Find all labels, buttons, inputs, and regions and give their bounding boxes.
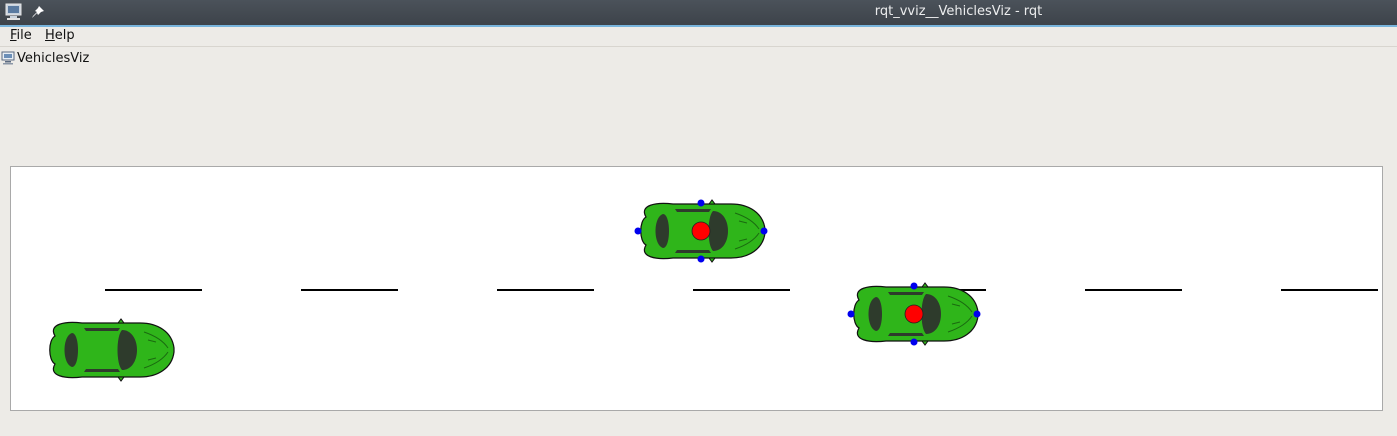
vehicle-corner-marker — [634, 227, 642, 235]
plugin-title-bar[interactable]: VehiclesViz — [1, 50, 89, 66]
vehicle-corner-marker — [910, 282, 918, 290]
vehicle-corner-marker — [910, 338, 918, 346]
menu-bar: File Help — [0, 27, 1397, 47]
vehicle-corner-marker — [697, 199, 705, 207]
menu-help[interactable]: Help — [45, 28, 75, 43]
window-title: rqt_vviz__VehiclesViz - rqt — [874, 4, 1043, 19]
plugin-title: VehiclesViz — [17, 50, 90, 66]
vehicle-corner-marker — [697, 255, 705, 263]
computer-icon — [1, 51, 15, 65]
vehicle-corner-marker — [973, 310, 981, 318]
vehicle-center-marker — [691, 221, 711, 241]
vehicle-top-car[interactable] — [634, 199, 768, 263]
vehicle-corner-marker — [760, 227, 768, 235]
menu-file[interactable]: File — [10, 28, 32, 43]
vehicle-left-car[interactable] — [49, 318, 175, 382]
window-titlebar[interactable]: rqt_vviz__VehiclesViz - rqt — [0, 0, 1397, 27]
vehicle-center-marker — [904, 304, 924, 324]
vehicles-canvas[interactable] — [10, 166, 1383, 411]
vehicle-corner-marker — [847, 310, 855, 318]
vehicle-right-car[interactable] — [847, 282, 981, 346]
